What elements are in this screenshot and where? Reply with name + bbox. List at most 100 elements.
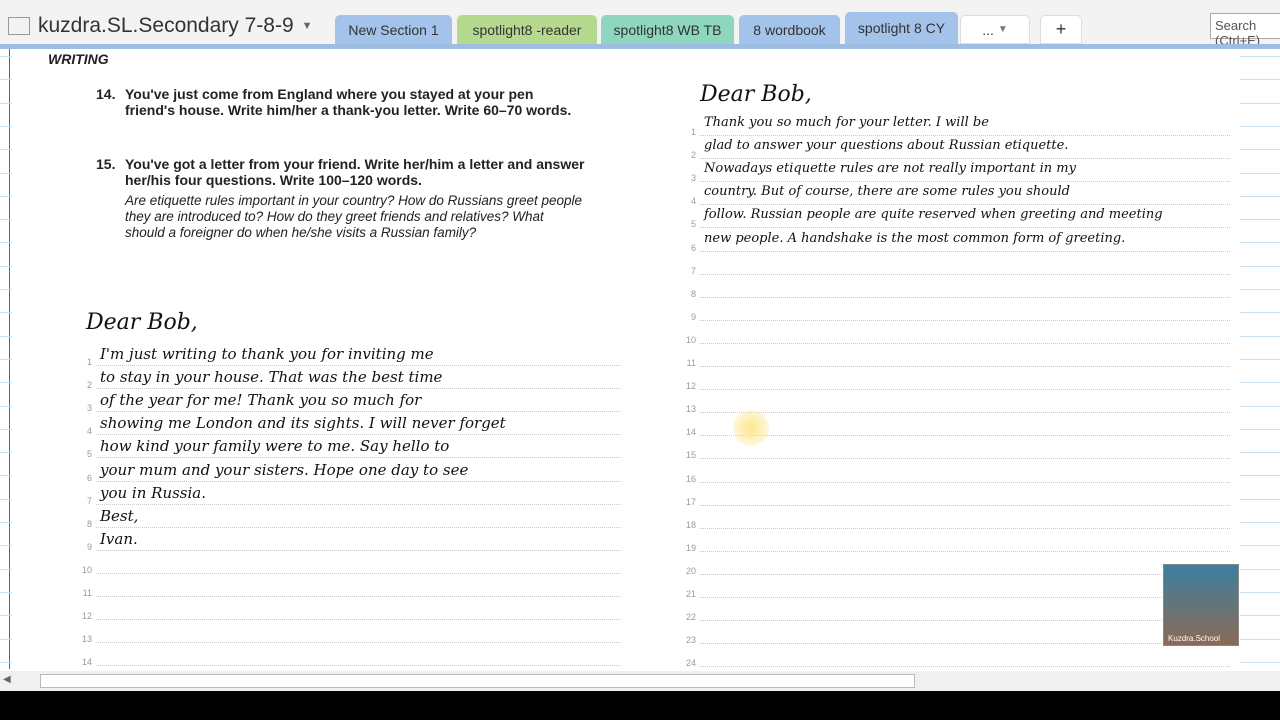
line-number: 5 bbox=[690, 219, 696, 230]
line-number: 23 bbox=[685, 635, 696, 646]
writing-line bbox=[96, 457, 621, 459]
tab-new-section-1[interactable]: New Section 1 bbox=[335, 15, 452, 44]
horizontal-scrollbar[interactable]: ◀ bbox=[0, 671, 1280, 691]
ruled-line bbox=[1240, 219, 1280, 221]
tab-spotlight8-reader[interactable]: spotlight8 -reader bbox=[457, 15, 597, 44]
ruled-line bbox=[1240, 242, 1280, 244]
handwritten-line: Nowadays etiquette rules are not really … bbox=[704, 161, 1076, 177]
ruled-line bbox=[0, 195, 12, 197]
writing-line bbox=[96, 619, 621, 621]
ruled-line bbox=[0, 615, 12, 617]
line-number: 14 bbox=[685, 427, 696, 438]
ruled-line bbox=[0, 661, 12, 663]
notebook-selector[interactable]: kuzdra.SL.Secondary 7-8-9 ▼ bbox=[8, 14, 313, 38]
writing-line bbox=[96, 411, 621, 413]
ruled-line bbox=[1240, 452, 1280, 454]
writing-line bbox=[700, 319, 1230, 321]
line-number: 18 bbox=[685, 519, 696, 530]
ruled-line bbox=[1240, 615, 1280, 617]
ruled-line bbox=[1240, 102, 1280, 104]
handwritten-line: you in Russia. bbox=[100, 483, 207, 502]
ruled-line bbox=[1240, 358, 1280, 360]
add-section-button[interactable]: + bbox=[1040, 15, 1082, 44]
tab-8-wordbook[interactable]: 8 wordbook bbox=[739, 15, 840, 44]
ruled-line bbox=[0, 149, 12, 151]
writing-line bbox=[700, 412, 1230, 414]
ruled-line bbox=[0, 638, 12, 640]
line-number: 1 bbox=[690, 127, 696, 137]
writing-line bbox=[700, 273, 1230, 275]
handwritten-line: of the year for me! Thank you so much fo… bbox=[100, 391, 422, 410]
title-bar: kuzdra.SL.Secondary 7-8-9 ▼ New Section 1… bbox=[0, 0, 1280, 48]
more-sections-button[interactable]: ... ▼ bbox=[960, 15, 1030, 44]
line-number: 9 bbox=[86, 541, 92, 552]
writing-line bbox=[96, 572, 621, 574]
writing-line bbox=[700, 643, 1230, 645]
line-number: 4 bbox=[86, 426, 92, 437]
handwritten-line: country. But of course, there are some r… bbox=[704, 184, 1070, 200]
writing-line bbox=[96, 596, 621, 597]
writing-line bbox=[700, 389, 1230, 391]
writing-line bbox=[96, 503, 621, 505]
section-heading: WRITING bbox=[48, 51, 109, 67]
ruled-line bbox=[0, 265, 12, 267]
ruled-line bbox=[0, 428, 12, 430]
plus-icon: + bbox=[1055, 19, 1067, 39]
ruled-line bbox=[1240, 382, 1280, 384]
line-number: 7 bbox=[690, 265, 696, 276]
writing-line bbox=[700, 597, 1230, 598]
line-number: 17 bbox=[685, 496, 696, 507]
writing-line bbox=[700, 504, 1230, 506]
search-input[interactable]: Search (Ctrl+E) bbox=[1210, 13, 1280, 48]
writing-line bbox=[700, 296, 1230, 298]
tab-label: New Section 1 bbox=[348, 21, 439, 38]
task-15-questions: Are etiquette rules important in your co… bbox=[125, 193, 582, 240]
writing-line bbox=[700, 620, 1230, 622]
writing-line bbox=[96, 388, 621, 390]
tab-spotlight8-wb-tb[interactable]: spotlight8 WB TB bbox=[601, 15, 734, 44]
ruled-line bbox=[0, 312, 12, 314]
writing-line bbox=[700, 342, 1230, 344]
ruled-line bbox=[0, 79, 12, 81]
line-number: 2 bbox=[690, 150, 696, 161]
ruled-line bbox=[1240, 172, 1280, 174]
ruled-line bbox=[1240, 56, 1280, 57]
tab-label: spotlight 8 CY bbox=[857, 20, 946, 36]
tab-label: ... bbox=[982, 21, 994, 38]
ruled-line bbox=[0, 591, 12, 593]
ruled-line bbox=[1240, 661, 1280, 663]
line-number: 13 bbox=[81, 634, 92, 645]
ruled-line bbox=[0, 522, 12, 523]
writing-line bbox=[700, 435, 1230, 437]
writing-line bbox=[700, 458, 1230, 460]
ruled-line bbox=[1240, 405, 1280, 407]
handwritten-line: Ivan. bbox=[100, 529, 138, 548]
line-number: 11 bbox=[686, 358, 696, 368]
writing-line bbox=[700, 181, 1230, 183]
ruled-line bbox=[1240, 149, 1280, 151]
writing-line bbox=[700, 366, 1230, 367]
letter1-greeting: Dear Bob, bbox=[86, 310, 198, 335]
ruled-line bbox=[0, 102, 12, 104]
line-number: 21 bbox=[685, 589, 696, 599]
ruled-line bbox=[0, 498, 12, 500]
line-number: 3 bbox=[690, 173, 696, 184]
tab-spotlight-8-cy[interactable]: spotlight 8 CY bbox=[845, 12, 958, 44]
ruled-line bbox=[0, 125, 12, 127]
scroll-left-icon[interactable]: ◀ bbox=[3, 674, 11, 685]
writing-line bbox=[700, 573, 1230, 575]
handwritten-line: Best, bbox=[100, 506, 139, 525]
handwritten-line: how kind your family were to me. Say hel… bbox=[100, 437, 450, 456]
handwritten-line: showing me London and its sights. I will… bbox=[100, 414, 506, 433]
handwritten-line: Thank you so much for your letter. I wil… bbox=[704, 115, 989, 130]
webcam-watermark: Kuzdra.School bbox=[1168, 634, 1221, 643]
scrollbar-thumb[interactable] bbox=[40, 674, 915, 688]
ruled-line bbox=[1240, 638, 1280, 640]
line-number: 11 bbox=[82, 588, 92, 598]
writing-line bbox=[96, 526, 621, 528]
ruled-line bbox=[1240, 195, 1280, 197]
chevron-down-icon: ▼ bbox=[301, 20, 313, 32]
tab-label: 8 wordbook bbox=[753, 21, 826, 38]
writing-line bbox=[700, 204, 1230, 206]
writing-line bbox=[700, 481, 1230, 483]
